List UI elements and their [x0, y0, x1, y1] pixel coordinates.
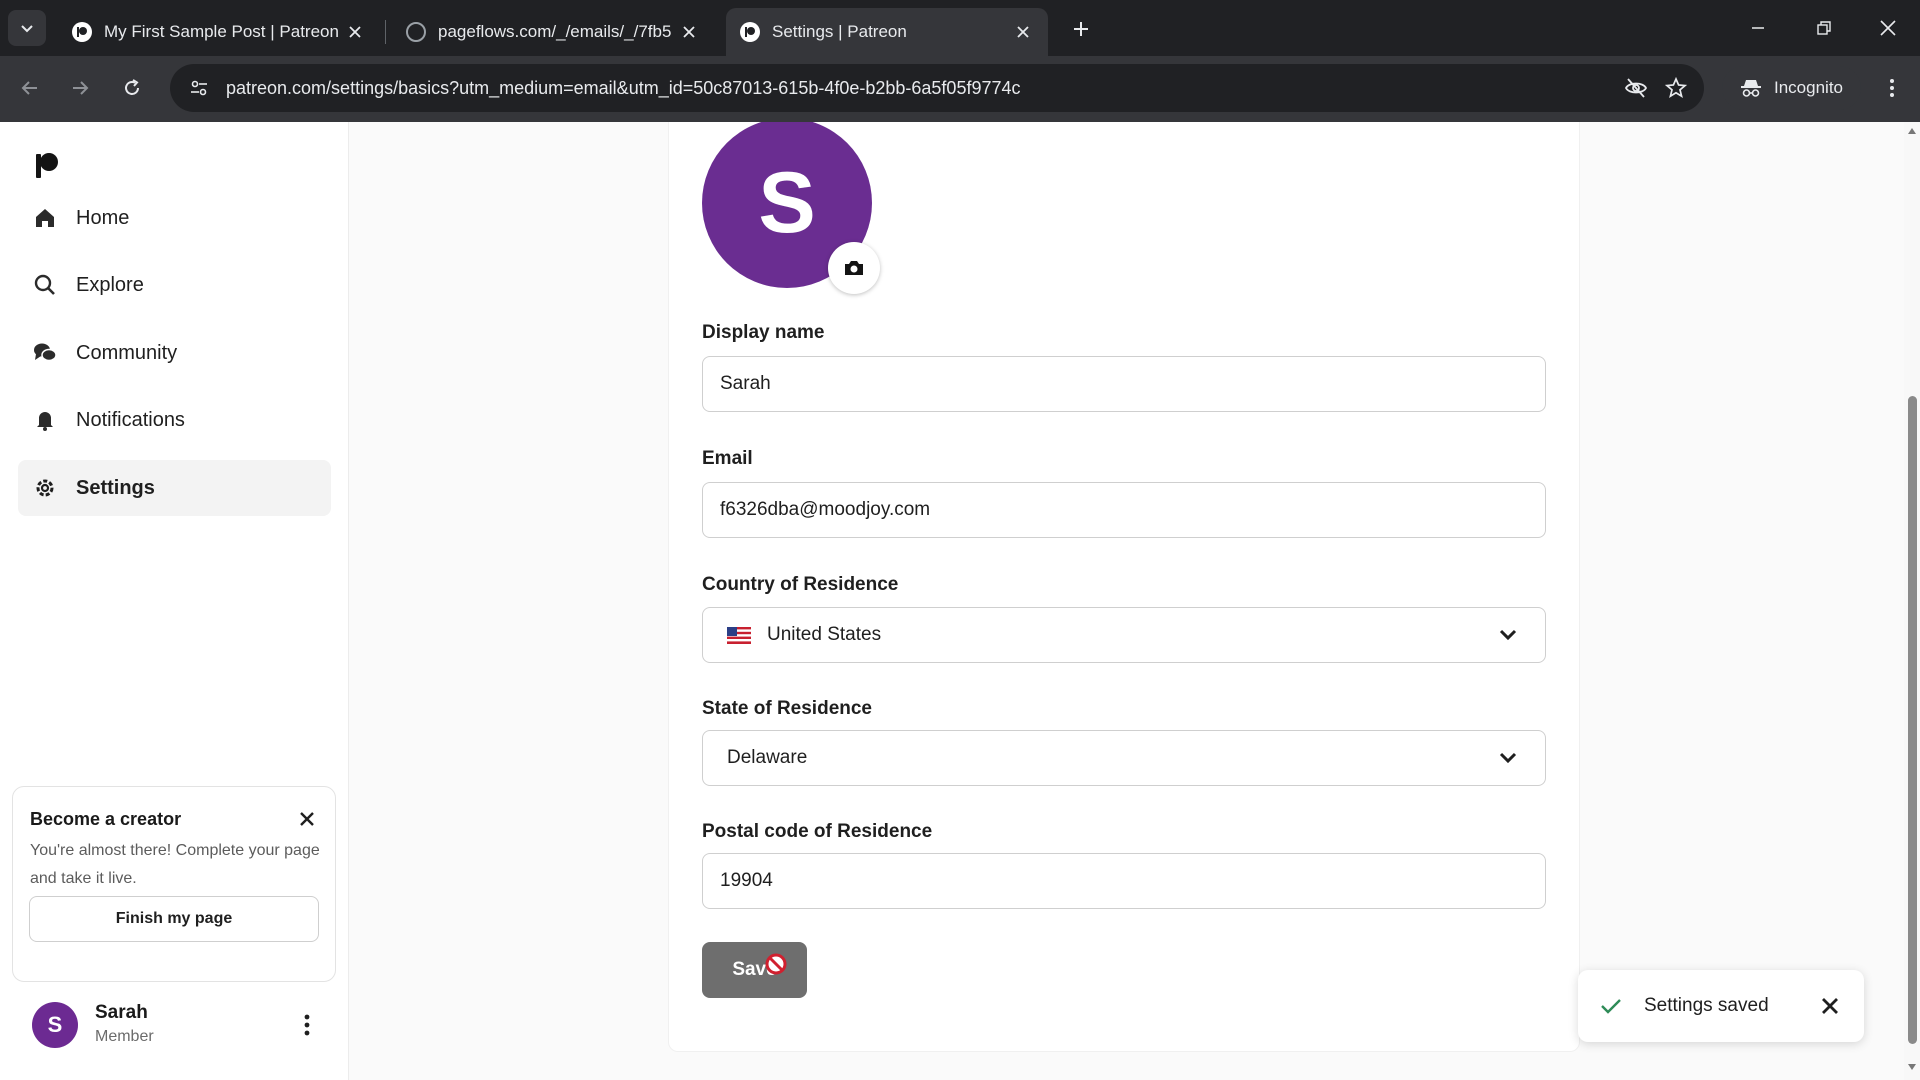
star-icon[interactable]	[1656, 68, 1696, 108]
url-text: patreon.com/settings/basics?utm_medium=e…	[226, 77, 1021, 98]
close-icon[interactable]	[344, 21, 366, 43]
tab-separator	[385, 20, 386, 44]
email-label: Email	[702, 448, 753, 469]
user-role: Member	[95, 1028, 154, 1045]
chevron-down-icon	[1495, 622, 1521, 648]
browser-tab-strip: My First Sample Post | Patreon pageflows…	[0, 0, 1920, 56]
browser-menu-button[interactable]	[1874, 70, 1910, 106]
page-scrollbar[interactable]	[1904, 122, 1920, 1080]
plus-icon	[1074, 22, 1088, 36]
creator-card-description: You're almost there! Complete your page …	[30, 842, 320, 887]
chevron-down-icon	[1495, 745, 1521, 771]
country-value: United States	[767, 624, 882, 645]
address-bar[interactable]: patreon.com/settings/basics?utm_medium=e…	[170, 64, 1704, 112]
arrow-left-icon	[21, 81, 37, 95]
camera-icon	[845, 261, 863, 275]
scroll-up-icon[interactable]	[1907, 126, 1917, 136]
tab-title: pageflows.com/_/emails/_/7fb5	[438, 22, 672, 41]
browser-tab[interactable]: pageflows.com/_/emails/_/7fb5	[392, 8, 714, 56]
close-icon[interactable]	[678, 21, 700, 43]
gear-icon	[32, 475, 58, 501]
chat-icon	[32, 340, 58, 366]
user-name: Sarah	[95, 1002, 148, 1023]
globe-icon	[406, 22, 426, 42]
postal-code-field[interactable]	[702, 853, 1546, 909]
reload-icon	[125, 79, 139, 95]
country-select[interactable]: United States	[702, 607, 1546, 663]
sidebar-item-home[interactable]: Home	[18, 190, 331, 246]
search-icon	[32, 272, 58, 298]
sidebar-item-label: Notifications	[76, 408, 185, 431]
page: Home Explore Community Notifications Set…	[0, 122, 1920, 1080]
scroll-down-icon[interactable]	[1907, 1062, 1917, 1072]
reload-button[interactable]	[114, 70, 150, 106]
minimize-icon	[1752, 27, 1764, 29]
sidebar-item-community[interactable]: Community	[18, 325, 331, 381]
close-icon[interactable]	[295, 807, 319, 831]
creator-card-title: Become a creator	[30, 809, 182, 829]
postal-code-label: Postal code of Residence	[702, 821, 933, 842]
state-value: Delaware	[727, 747, 808, 768]
sidebar-item-label: Settings	[76, 476, 155, 499]
minimize-button[interactable]	[1738, 8, 1778, 48]
bell-icon	[32, 407, 58, 433]
arrow-right-icon	[73, 81, 89, 95]
back-button[interactable]	[12, 70, 48, 106]
email-field[interactable]	[702, 482, 1546, 538]
tab-search-button[interactable]	[8, 10, 46, 46]
scrollbar-thumb[interactable]	[1908, 396, 1917, 1044]
restore-icon	[1817, 21, 1831, 35]
browser-tab[interactable]: My First Sample Post | Patreon	[58, 8, 380, 56]
chevron-down-icon	[21, 25, 33, 33]
new-tab-button[interactable]	[1066, 14, 1096, 44]
country-label: Country of Residence	[702, 574, 899, 595]
more-vertical-icon	[1890, 79, 1894, 97]
toast-message: Settings saved	[1644, 995, 1769, 1016]
close-icon	[1880, 20, 1896, 36]
become-creator-card: Become a creator You're almost there! Co…	[12, 786, 336, 982]
avatar: S	[32, 1002, 78, 1048]
change-photo-button[interactable]	[828, 242, 880, 294]
eye-off-icon[interactable]	[1616, 68, 1656, 108]
display-name-field[interactable]	[702, 356, 1546, 412]
browser-tab-active[interactable]: Settings | Patreon	[726, 8, 1048, 56]
display-name-label: Display name	[702, 322, 825, 343]
not-allowed-cursor-icon	[765, 953, 787, 975]
user-account[interactable]: S Sarah Member	[30, 998, 330, 1058]
state-label: State of Residence	[702, 698, 872, 719]
patreon-logo-icon[interactable]	[34, 152, 60, 180]
incognito-icon	[1741, 80, 1761, 97]
browser-toolbar: patreon.com/settings/basics?utm_medium=e…	[0, 56, 1920, 122]
close-icon[interactable]	[1816, 992, 1844, 1020]
save-button[interactable]: Save	[702, 942, 807, 998]
sidebar-item-settings[interactable]: Settings	[18, 460, 331, 516]
sidebar: Home Explore Community Notifications Set…	[0, 122, 349, 1080]
forward-button[interactable]	[62, 70, 98, 106]
check-icon	[1598, 993, 1624, 1019]
tab-title: My First Sample Post | Patreon	[104, 22, 339, 41]
patreon-favicon-icon	[72, 22, 92, 42]
finish-my-page-button[interactable]: Finish my page	[29, 896, 319, 942]
more-vertical-icon[interactable]	[290, 1008, 324, 1042]
sidebar-item-explore[interactable]: Explore	[18, 257, 331, 313]
patreon-favicon-icon	[740, 22, 760, 42]
sidebar-item-label: Home	[76, 206, 130, 229]
window-close-button[interactable]	[1868, 8, 1908, 48]
sidebar-item-label: Community	[76, 341, 178, 364]
restore-button[interactable]	[1804, 8, 1844, 48]
home-icon	[32, 205, 58, 231]
sidebar-item-label: Explore	[76, 273, 144, 296]
us-flag-icon	[727, 626, 751, 644]
sidebar-item-notifications[interactable]: Notifications	[18, 392, 331, 448]
incognito-indicator[interactable]: Incognito	[1722, 66, 1861, 110]
tab-title: Settings | Patreon	[772, 22, 907, 41]
close-icon[interactable]	[1012, 21, 1034, 43]
incognito-label: Incognito	[1774, 78, 1843, 97]
site-settings-icon[interactable]	[184, 73, 214, 103]
settings-saved-toast: Settings saved	[1578, 970, 1864, 1042]
state-select[interactable]: Delaware	[702, 730, 1546, 786]
